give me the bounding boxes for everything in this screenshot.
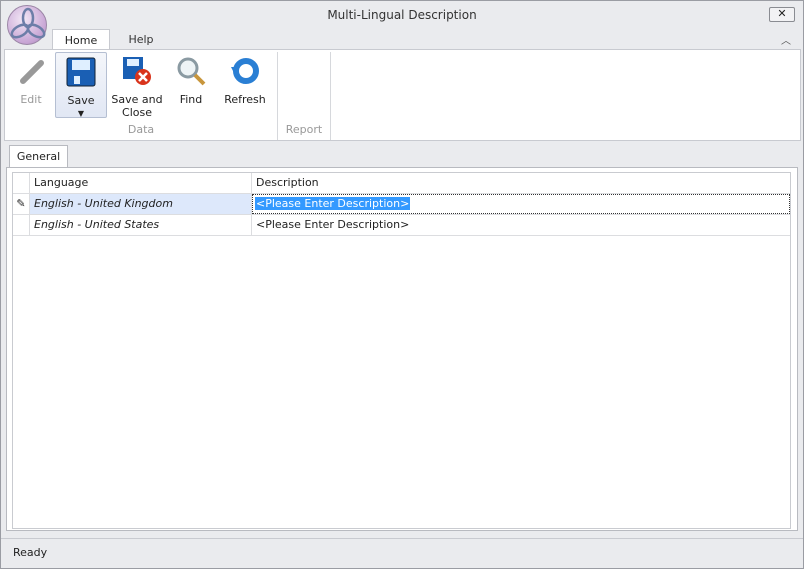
column-header-language[interactable]: Language — [30, 173, 252, 193]
language-cell[interactable]: English - United States — [30, 215, 252, 235]
table-row[interactable]: ✎ English - United Kingdom <Please Enter… — [13, 194, 790, 215]
save-and-close-button[interactable]: Save and Close — [111, 52, 163, 119]
window: Multi-Lingual Description ✕ Home Help ︿ … — [0, 0, 804, 569]
group-data-label: Data — [127, 123, 155, 136]
save-close-label-2: Close — [122, 106, 152, 119]
save-label: Save — [67, 94, 95, 107]
edit-button[interactable]: Edit — [11, 52, 51, 118]
save-close-icon — [121, 55, 153, 87]
description-value[interactable]: <Please Enter Description> — [255, 197, 411, 210]
save-button[interactable]: Save ▼ — [55, 52, 107, 118]
refresh-button[interactable]: Refresh — [221, 52, 269, 118]
ribbon: Edit Save ▼ Save and Close Find Refresh Da… — [4, 49, 801, 141]
edit-label: Edit — [20, 93, 42, 106]
status-bar: Ready — [1, 538, 803, 568]
refresh-icon — [229, 55, 261, 87]
general-panel: Language Description ✎ English - United … — [6, 167, 798, 531]
tab-general[interactable]: General — [9, 145, 68, 168]
column-header-description[interactable]: Description — [252, 173, 790, 193]
edit-row-indicator-icon: ✎ — [13, 194, 30, 214]
group-separator — [330, 52, 331, 140]
description-cell[interactable]: <Please Enter Description> — [252, 194, 790, 214]
find-label: Find — [179, 93, 203, 106]
refresh-label: Refresh — [224, 93, 266, 106]
magnifier-icon — [175, 55, 207, 87]
collapse-ribbon-icon[interactable]: ︿ — [781, 32, 791, 47]
grid-header: Language Description — [13, 173, 790, 194]
tab-home[interactable]: Home — [52, 29, 110, 50]
tab-help[interactable]: Help — [113, 29, 169, 50]
pencil-icon — [15, 55, 47, 87]
floppy-disk-icon — [65, 56, 97, 88]
description-cell[interactable]: <Please Enter Description> — [252, 215, 790, 235]
window-title: Multi-Lingual Description — [327, 8, 477, 22]
language-grid: Language Description ✎ English - United … — [12, 172, 791, 529]
close-button[interactable]: ✕ — [769, 7, 795, 22]
group-report-label: Report — [285, 123, 323, 136]
dropdown-arrow-icon[interactable]: ▼ — [56, 107, 106, 120]
header-indicator — [13, 173, 30, 193]
find-button[interactable]: Find — [171, 52, 211, 118]
save-close-label-1: Save and — [111, 93, 163, 106]
row-indicator — [13, 215, 30, 235]
language-cell[interactable]: English - United Kingdom — [30, 194, 252, 214]
table-row[interactable]: English - United States <Please Enter De… — [13, 215, 790, 236]
